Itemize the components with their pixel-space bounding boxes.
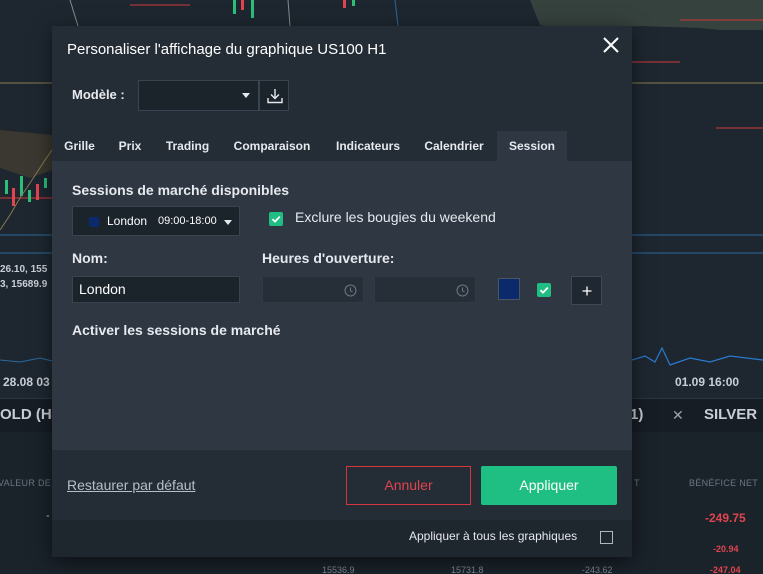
session-name-input[interactable]: London	[72, 276, 240, 303]
plus-icon	[582, 286, 591, 296]
tab-session[interactable]: Session	[497, 131, 567, 161]
exclude-weekend-checkbox[interactable]	[269, 212, 283, 226]
chevron-down-icon	[242, 93, 250, 98]
session-select[interactable]: London 09:00-18:00	[72, 206, 240, 236]
session-select-hours: 09:00-18:00	[158, 215, 217, 227]
name-label: Nom:	[72, 250, 108, 266]
cancel-button[interactable]: Annuler	[346, 466, 471, 505]
chart-display-settings-dialog: Personaliser l'affichage du graphique US…	[52, 26, 632, 557]
apply-all-bar: Appliquer à tous les graphiques	[52, 520, 632, 557]
background-table-cell: -20.94	[713, 544, 739, 554]
apply-button[interactable]: Appliquer	[481, 466, 617, 505]
model-download-button[interactable]	[259, 80, 289, 111]
enable-sessions-title: Activer les sessions de marché	[72, 322, 281, 338]
background-table-header: BÉNÉFICE NET	[689, 478, 759, 488]
model-select[interactable]	[138, 80, 259, 111]
background-tab[interactable]: SILVER (H	[698, 399, 763, 455]
background-tab-close-icon[interactable]: ✕	[672, 407, 684, 424]
background-date-label: 28.08 03	[3, 375, 50, 389]
model-label: Modèle :	[72, 87, 125, 102]
settings-tabs: Grille Prix Trading Comparaison Indicate…	[52, 131, 632, 161]
tab-comparaison[interactable]: Comparaison	[223, 131, 321, 161]
tab-indicateurs[interactable]: Indicateurs	[325, 131, 411, 161]
tab-trading[interactable]: Trading	[156, 131, 219, 161]
background-table-cell: -247.04	[710, 565, 741, 574]
clock-icon	[344, 284, 357, 297]
restore-defaults-link[interactable]: Restaurer par défaut	[67, 477, 195, 493]
tab-calendrier[interactable]: Calendrier	[415, 131, 493, 161]
apply-all-label: Appliquer à tous les graphiques	[409, 529, 578, 543]
apply-all-checkbox[interactable]	[600, 531, 613, 544]
download-icon	[267, 89, 283, 104]
background-table-cell: 15536.9	[322, 565, 355, 574]
closing-time-input[interactable]	[374, 276, 476, 303]
session-select-name: London	[107, 214, 148, 228]
background-table-cell: -249.75	[705, 511, 746, 525]
clock-icon	[456, 284, 469, 297]
checkmark-icon	[539, 286, 549, 294]
close-icon[interactable]	[598, 32, 624, 58]
background-table-cell: 15731.8	[451, 565, 484, 574]
chevron-down-icon	[224, 220, 232, 225]
background-date-label: 01.09 16:00	[675, 375, 740, 389]
opening-hours-label: Heures d'ouverture:	[262, 250, 395, 266]
opening-time-input[interactable]	[262, 276, 364, 303]
tab-grille[interactable]: Grille	[56, 131, 103, 161]
background-table-header: VALEUR DE	[0, 478, 52, 488]
dialog-title: Personaliser l'affichage du graphique US…	[67, 41, 387, 58]
background-table-header: T	[634, 478, 640, 488]
checkmark-icon	[271, 215, 281, 223]
tab-prix[interactable]: Prix	[107, 131, 153, 161]
session-color-swatch	[89, 217, 99, 227]
session-enabled-checkbox[interactable]	[537, 283, 551, 297]
background-price-label: 3, 15689.9	[0, 279, 48, 290]
background-table-cell: -	[46, 510, 50, 522]
background-table-cell: -243.62	[582, 565, 613, 574]
available-sessions-title: Sessions de marché disponibles	[72, 182, 290, 198]
session-color-picker[interactable]	[498, 278, 520, 300]
background-price-label: 26.10, 155	[0, 264, 48, 275]
session-settings-panel: Sessions de marché disponibles London 09…	[52, 161, 632, 450]
add-session-button[interactable]	[571, 276, 602, 305]
close-button[interactable]	[598, 32, 624, 58]
exclude-weekend-label: Exclure les bougies du weekend	[295, 209, 496, 225]
